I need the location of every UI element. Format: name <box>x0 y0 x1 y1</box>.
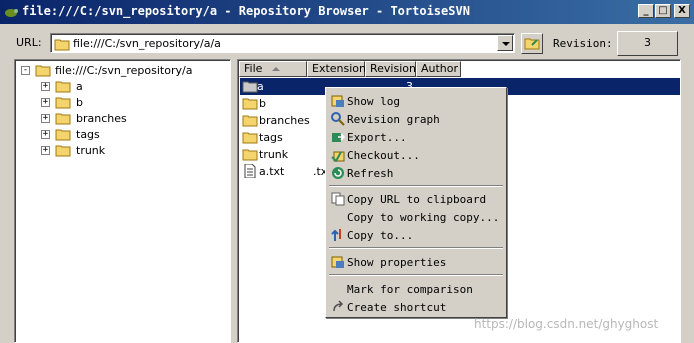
go-folder-button[interactable] <box>521 33 543 54</box>
menu-separator <box>329 247 503 249</box>
maximize-button[interactable]: □ <box>655 4 671 18</box>
refresh-icon <box>332 167 344 179</box>
checkout-icon <box>331 151 345 162</box>
title-bar: file:///C:/svn_repository/a - Repository… <box>0 0 694 24</box>
menu-item-show-log[interactable]: Show log <box>328 92 504 110</box>
url-dropdown-button[interactable] <box>497 35 513 51</box>
revision-label: Revision: <box>553 37 613 50</box>
folder-icon <box>242 132 258 144</box>
menu-item-revision-graph[interactable]: Revision graph <box>328 110 504 128</box>
context-menu: Show log Revision graph Export... Checko… <box>325 87 507 318</box>
tree-item-label: a <box>76 80 83 93</box>
column-header-author[interactable]: Author <box>416 61 461 77</box>
folder-open-icon <box>35 65 51 77</box>
tree-item-label: b <box>76 96 83 109</box>
folder-icon <box>242 149 258 161</box>
text-file-icon <box>244 164 256 178</box>
expand-toggle[interactable]: + <box>41 130 50 139</box>
tree-item-label: branches <box>76 112 127 125</box>
show-log-icon <box>331 95 344 107</box>
menu-separator <box>329 274 503 276</box>
menu-item-copy-to-working-copy[interactable]: Copy to working copy... <box>328 208 504 226</box>
menu-item-show-properties[interactable]: Show properties <box>328 253 504 271</box>
repository-tree[interactable]: - file:///C:/svn_repository/a + a + b + … <box>14 59 231 343</box>
menu-item-refresh[interactable]: Refresh <box>328 164 504 182</box>
menu-item-copy-url[interactable]: Copy URL to clipboard <box>328 190 504 208</box>
close-button[interactable]: X <box>674 4 690 18</box>
column-header-revision[interactable]: Revision <box>365 61 416 77</box>
menu-item-checkout[interactable]: Checkout... <box>328 146 504 164</box>
folder-icon <box>242 81 258 93</box>
url-label: URL: <box>16 36 42 49</box>
folder-icon <box>55 113 71 125</box>
expand-toggle[interactable]: + <box>41 82 50 91</box>
column-header-extension[interactable]: Extension <box>307 61 366 77</box>
folder-icon <box>55 97 71 109</box>
folder-go-icon <box>524 38 540 50</box>
menu-separator <box>329 185 503 187</box>
watermark: https://blog.csdn.net/ghyghost <box>474 317 659 331</box>
minimize-button[interactable]: _ <box>638 4 654 18</box>
menu-item-export[interactable]: Export... <box>328 128 504 146</box>
shortcut-icon <box>333 300 344 312</box>
menu-item-mark-for-comparison[interactable]: Mark for comparison <box>328 280 504 298</box>
sort-ascending-icon <box>272 67 281 71</box>
properties-icon <box>331 256 344 268</box>
window-title: file:///C:/svn_repository/a - Repository… <box>22 4 470 18</box>
export-icon <box>332 133 345 142</box>
collapse-toggle[interactable]: - <box>21 66 30 75</box>
tree-item-label: tags <box>76 128 100 141</box>
expand-toggle[interactable]: + <box>41 114 50 123</box>
folder-icon <box>55 145 71 157</box>
menu-item-copy-to[interactable]: Copy to... <box>328 226 504 244</box>
folder-icon <box>55 81 71 93</box>
folder-icon <box>242 98 258 110</box>
tree-item-label: trunk <box>76 144 106 157</box>
expand-toggle[interactable]: + <box>41 98 50 107</box>
url-value: file:///C:/svn_repository/a/a <box>73 37 221 50</box>
url-field[interactable]: file:///C:/svn_repository/a/a <box>50 33 515 53</box>
folder-icon <box>55 129 71 141</box>
tree-root-label: file:///C:/svn_repository/a <box>55 64 193 77</box>
expand-toggle[interactable]: + <box>41 146 50 155</box>
copy-url-icon <box>331 192 345 206</box>
folder-icon <box>54 39 70 51</box>
column-header-file[interactable]: File <box>239 61 307 77</box>
tortoise-app-icon <box>5 9 18 17</box>
revision-graph-icon <box>331 112 345 126</box>
revision-button[interactable]: 3 <box>617 31 678 56</box>
copy-to-icon <box>331 229 341 241</box>
menu-item-create-shortcut[interactable]: Create shortcut <box>328 298 504 316</box>
folder-icon <box>242 115 258 127</box>
